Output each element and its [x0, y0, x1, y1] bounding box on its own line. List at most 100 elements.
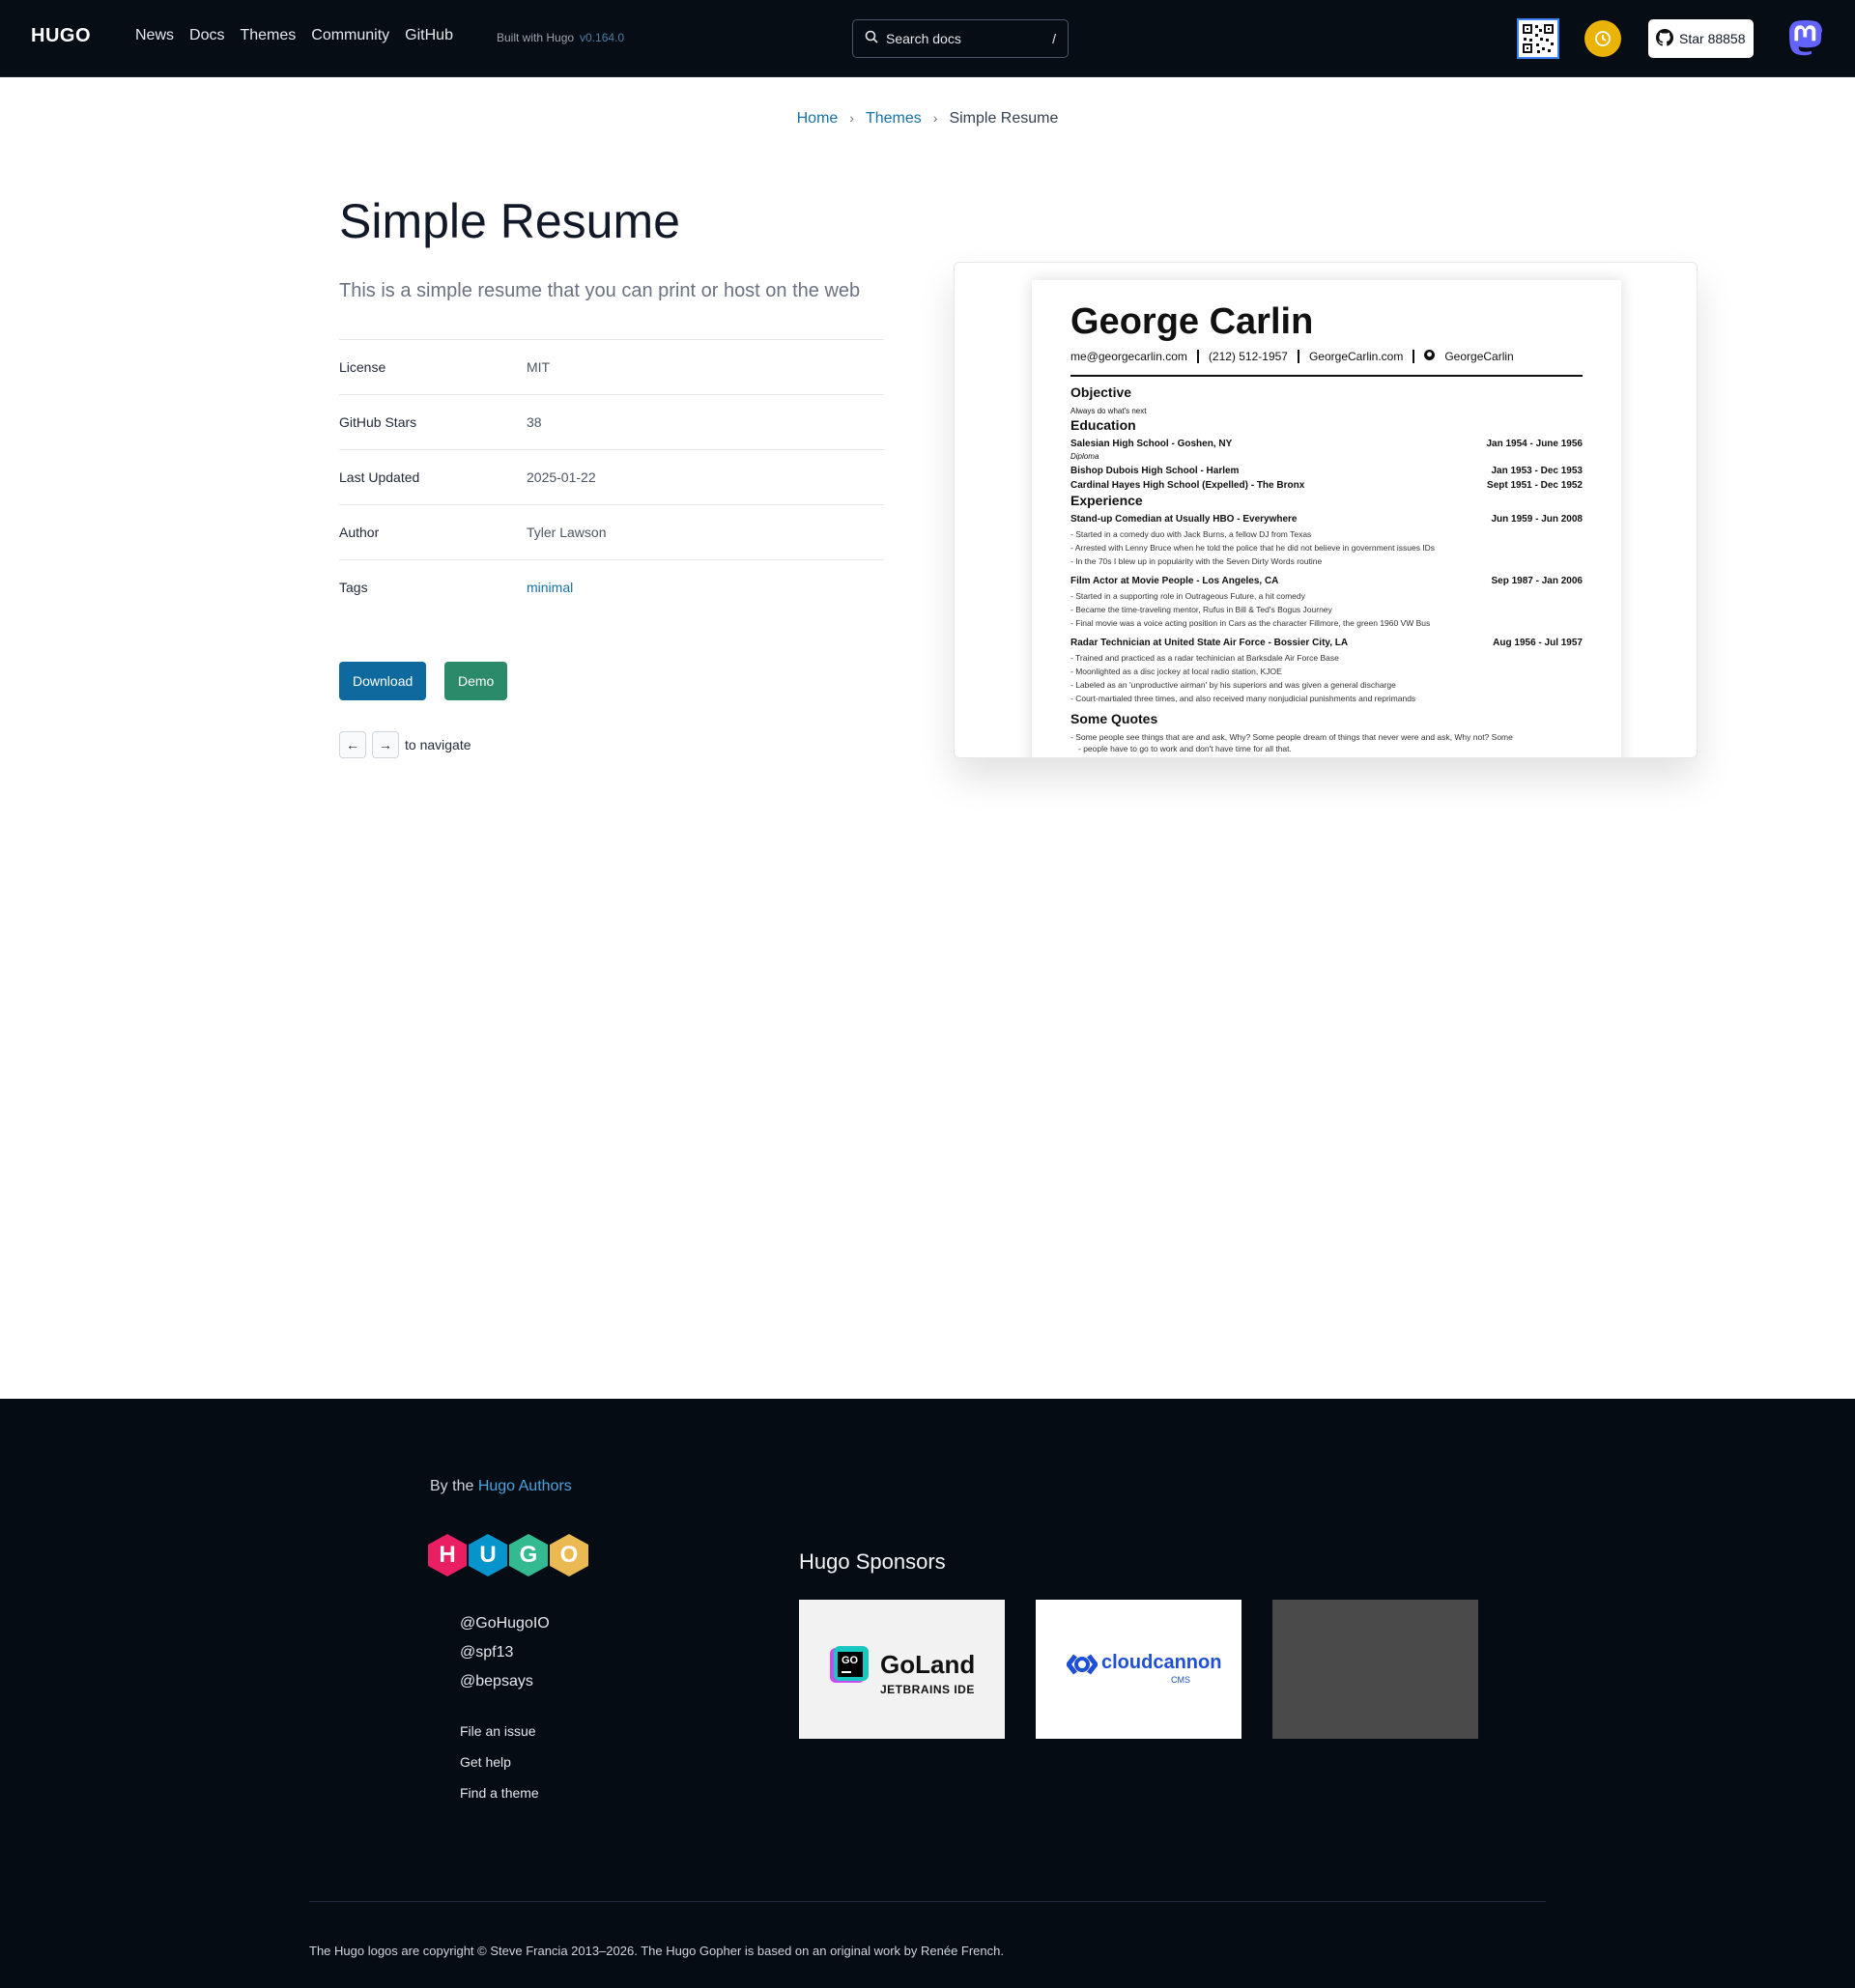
meta-row-last-updated: Last Updated 2025-01-22 — [339, 450, 884, 505]
contact-divider — [1297, 350, 1299, 363]
social-links: @GoHugoIO @spf13 @bepsays — [460, 1615, 550, 1690]
nav-github[interactable]: GitHub — [405, 27, 453, 44]
resume-section-title: Some Quotes — [1070, 711, 1158, 726]
theme-toggle-clock-icon[interactable] — [1584, 20, 1621, 57]
resume-website: GeorgeCarlin.com — [1308, 350, 1404, 363]
resume-section-title: Experience — [1070, 493, 1143, 508]
copyright-text: The Hugo logos are copyright © Steve Fra… — [309, 1944, 1004, 1958]
sponsors-heading: Hugo Sponsors — [799, 1549, 946, 1574]
cloudcannon-logo-icon — [1065, 1652, 1099, 1682]
goland-logo-icon: GO — [830, 1646, 869, 1690]
hex-letter-g: G — [509, 1534, 548, 1576]
download-button[interactable]: Download — [339, 662, 427, 700]
theme-meta-table: License MIT GitHub Stars 38 Last Updated… — [339, 339, 884, 614]
resume-entry: Stand-up Comedian at Usually HBO - Every… — [1070, 514, 1583, 525]
cloudcannon-name: cloudcannon — [1101, 1652, 1222, 1673]
keyboard-navigation-hint: ← → to navigate — [339, 731, 471, 758]
get-help-link[interactable]: Get help — [460, 1754, 539, 1770]
resume-objective-text: Always do what's next — [1070, 407, 1147, 415]
sponsor-placeholder[interactable] — [1272, 1600, 1478, 1739]
meta-value: 38 — [527, 414, 542, 430]
resume-bullet: Moonlighted as a disc jockey at local ra… — [1070, 667, 1282, 676]
resume-bullet: Arrested with Lenny Bruce when he told t… — [1070, 543, 1435, 553]
goland-name: GoLand — [880, 1650, 976, 1679]
resume-bullet: Labeled as an 'unproductive airman' by h… — [1070, 680, 1396, 690]
prev-key-button[interactable]: ← — [339, 731, 366, 758]
breadcrumb-separator: › — [849, 110, 854, 126]
file-issue-link[interactable]: File an issue — [460, 1723, 539, 1739]
search-icon — [865, 30, 878, 48]
search-input[interactable]: Search docs / — [852, 19, 1069, 58]
footer-divider — [309, 1901, 1546, 1902]
resume-preview: George Carlin me@georgecarlin.com (212) … — [1032, 280, 1621, 757]
sponsor-goland[interactable]: GO GoLand JETBRAINS IDE — [799, 1600, 1005, 1739]
built-with-label: Built with Hugo v0.164.0 — [497, 31, 624, 44]
demo-button[interactable]: Demo — [444, 662, 508, 700]
resume-bullet: In the 70s I blew up in popularity with … — [1070, 556, 1322, 566]
goland-subtitle: JETBRAINS IDE — [880, 1683, 975, 1696]
meta-row-license: License MIT — [339, 340, 884, 395]
resume-entry-dates: Sept 1951 - Dec 1952 — [1487, 480, 1583, 491]
resume-contact: me@georgecarlin.com (212) 512-1957 Georg… — [1070, 350, 1514, 363]
meta-key: Last Updated — [339, 469, 420, 485]
search-shortcut: / — [1052, 31, 1056, 46]
resume-entry-dates: Jun 1959 - Jun 2008 — [1491, 514, 1584, 525]
resume-section-title: Objective — [1070, 384, 1132, 400]
resume-bullet: Final movie was a voice acting position … — [1070, 618, 1430, 628]
meta-key: Author — [339, 525, 380, 540]
resume-entry-title: Stand-up Comedian at Usually HBO - Every… — [1070, 514, 1298, 525]
resume-entry: Film Actor at Movie People - Los Angeles… — [1070, 576, 1583, 586]
byline-text: By the — [430, 1478, 474, 1494]
breadcrumb-themes[interactable]: Themes — [866, 110, 922, 127]
contact-divider — [1196, 350, 1199, 363]
resume-quote-continued: people have to go to work and don't have… — [1070, 744, 1292, 753]
nav-themes[interactable]: Themes — [240, 27, 296, 44]
resume-section-title: Education — [1070, 417, 1136, 433]
hugo-logo-link[interactable]: HUGO — [31, 25, 91, 47]
qr-code-icon[interactable] — [1517, 18, 1559, 59]
hugo-authors-link[interactable]: Hugo Authors — [478, 1478, 572, 1494]
page-title: Simple Resume — [339, 194, 680, 248]
breadcrumb-current: Simple Resume — [949, 110, 1059, 127]
resume-bullet: Court-martialed three times, and also re… — [1070, 694, 1415, 703]
resume-name: George Carlin — [1070, 301, 1314, 342]
github-star-button[interactable]: Star 88858 — [1648, 19, 1754, 58]
top-navbar: HUGO News Docs Themes Community GitHub B… — [0, 0, 1855, 77]
tag-link-minimal[interactable]: minimal — [527, 580, 573, 595]
social-link-spf13[interactable]: @spf13 — [460, 1644, 550, 1661]
theme-description: This is a simple resume that you can pri… — [339, 280, 861, 301]
resume-github-icon — [1424, 350, 1436, 363]
resume-phone: (212) 512-1957 — [1208, 350, 1288, 363]
built-with-text: Built with Hugo — [497, 31, 575, 44]
version-link[interactable]: v0.164.0 — [580, 31, 624, 44]
navigate-hint-text: to navigate — [405, 737, 471, 753]
breadcrumb-home[interactable]: Home — [797, 110, 839, 127]
nav-docs[interactable]: Docs — [189, 27, 224, 44]
sponsor-cloudcannon[interactable]: cloudcannon CMS — [1036, 1600, 1241, 1739]
resume-github: GeorgeCarlin — [1444, 350, 1514, 363]
find-theme-link[interactable]: Find a theme — [460, 1785, 539, 1801]
resume-bullet: Became the time-traveling mentor, Rufus … — [1070, 605, 1332, 614]
resume-entry-dates: Jan 1954 - June 1956 — [1486, 439, 1583, 449]
github-star-label: Star 88858 — [1679, 31, 1746, 46]
mastodon-icon[interactable] — [1787, 19, 1824, 58]
hex-letter-u: U — [469, 1534, 507, 1576]
main-nav: News Docs Themes Community GitHub — [135, 27, 453, 44]
resume-entry-title: Bishop Dubois High School - Harlem — [1070, 466, 1240, 476]
resume-bullet: Started in a comedy duo with Jack Burns,… — [1070, 529, 1311, 539]
resume-entry-title: Radar Technician at United State Air For… — [1070, 638, 1349, 648]
resume-entry-dates: Aug 1956 - Jul 1957 — [1493, 638, 1583, 648]
next-key-button[interactable]: → — [372, 731, 399, 758]
nav-community[interactable]: Community — [311, 27, 389, 44]
resume-entry-title: Cardinal Hayes High School (Expelled) - … — [1070, 480, 1305, 491]
resume-divider — [1070, 375, 1583, 377]
resume-entry-title: Salesian High School - Goshen, NY — [1070, 439, 1233, 449]
resume-entry: Cardinal Hayes High School (Expelled) - … — [1070, 480, 1583, 491]
goland-badge-text: GO — [842, 1655, 859, 1666]
breadcrumb-separator: › — [932, 110, 938, 126]
resume-bullet: Started in a supporting role in Outrageo… — [1070, 591, 1305, 601]
social-link-gohugoio[interactable]: @GoHugoIO — [460, 1615, 550, 1633]
theme-screenshot-card: George Carlin me@georgecarlin.com (212) … — [954, 262, 1698, 758]
nav-news[interactable]: News — [135, 27, 174, 44]
social-link-bepsays[interactable]: @bepsays — [460, 1673, 550, 1690]
